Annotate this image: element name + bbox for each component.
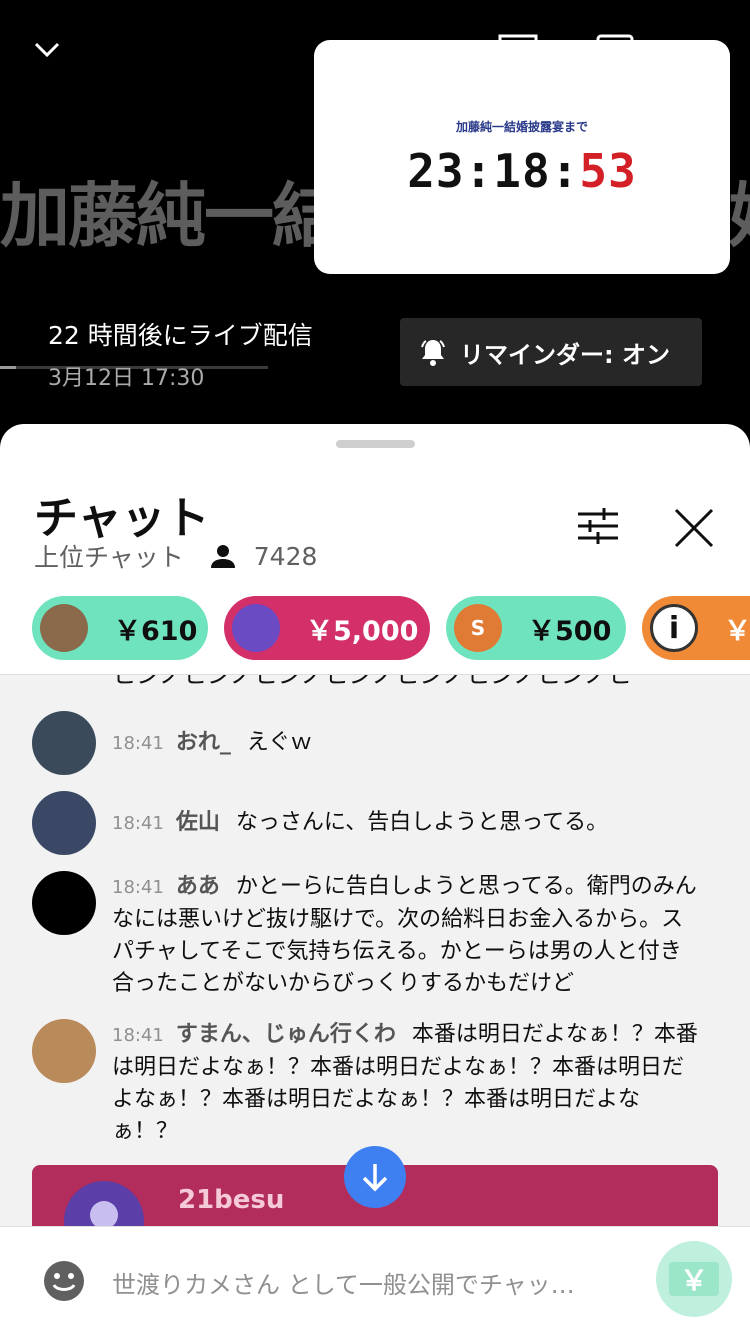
ticker-avatar: S — [454, 604, 502, 652]
message-author[interactable]: 佐山 — [176, 810, 220, 835]
ticker-amount: ￥500 — [528, 615, 612, 647]
video-player[interactable]: 加藤純一結 婚 加藤純一結婚披露宴まで 23:18:53 22 時間後にライブ配… — [0, 0, 750, 440]
reminder-button[interactable]: リマインダー: オン — [400, 318, 702, 386]
ticker-chip[interactable]: ￥5,000 — [224, 596, 430, 660]
ticker-avatar — [40, 604, 88, 652]
chat-mode-label: 上位チャット — [34, 543, 184, 572]
avatar[interactable] — [32, 1019, 96, 1083]
ticker-amount: ￥610 — [114, 615, 198, 647]
chat-message-list[interactable]: ヒンノヒンノヒンノヒンノヒンノヒンノヒンノヒ 18:41 おれ_ えぐｗ 18:41… — [0, 674, 750, 1226]
message-time: 18:41 — [112, 813, 164, 834]
message-time: 18:41 — [112, 877, 164, 898]
countdown-thumbnail: 加藤純一結婚披露宴まで 23:18:53 — [314, 40, 730, 274]
close-icon[interactable] — [672, 506, 716, 550]
live-schedule-text: 22 時間後にライブ配信 — [48, 321, 313, 350]
message-author[interactable]: すまん、じゅん行くわ — [176, 1022, 396, 1047]
bell-icon — [421, 340, 445, 366]
message-text: なっさんに、告白しようと思ってる。 — [235, 810, 609, 835]
super-chat-button[interactable]: ￥ — [656, 1241, 732, 1317]
live-date-text: 3月12日 17:30 — [48, 366, 205, 391]
person-icon — [210, 545, 235, 568]
video-title-overlay-right: 婚 — [728, 160, 750, 261]
chat-input-bar: 世渡りカメさん として一般公開でチャッ… ￥ — [0, 1226, 750, 1334]
message-time: 18:41 — [112, 1025, 164, 1046]
avatar[interactable] — [32, 791, 96, 855]
chat-mode-selector[interactable]: 上位チャット 7428 — [34, 538, 317, 574]
super-chat-ticker: ￥610 ￥5,000 S ￥500 i ￥2 — [0, 594, 750, 674]
countdown-caption: 加藤純一結婚披露宴まで — [455, 120, 588, 134]
video-title-overlay: 加藤純一結 — [0, 175, 342, 257]
viewer-count: 7428 — [210, 541, 318, 571]
avatar[interactable] — [64, 1181, 144, 1226]
arrow-down-icon — [362, 1164, 388, 1192]
yen-icon: ￥ — [669, 1262, 719, 1297]
ticker-amount: ￥5,000 — [306, 615, 419, 647]
ticker-chip[interactable]: S ￥500 — [446, 596, 626, 660]
ticker-chip[interactable]: i ￥2 — [642, 596, 750, 660]
message-author[interactable]: おれ_ — [176, 730, 231, 755]
timer-seconds: 53 — [579, 144, 637, 198]
chat-panel: チャット 上位チャット 7428 ￥610 ￥5,000 S ￥500 i ￥ … — [0, 424, 750, 1334]
drag-handle[interactable] — [336, 440, 415, 448]
reminder-label: リマインダー: オン — [460, 340, 670, 369]
avatar[interactable] — [32, 711, 96, 775]
message-time: 18:41 — [112, 733, 164, 754]
filter-icon[interactable] — [574, 506, 622, 546]
message-author[interactable]: ああ — [176, 874, 220, 899]
avatar[interactable] — [32, 871, 96, 935]
ticker-chip[interactable]: ￥610 — [32, 596, 208, 660]
scroll-to-bottom-button[interactable] — [344, 1146, 406, 1208]
ticker-avatar — [232, 604, 280, 652]
message-text: えぐｗ — [246, 730, 313, 755]
ticker-avatar: i — [650, 604, 698, 652]
chat-title: チャット — [34, 493, 210, 544]
emoji-icon[interactable] — [42, 1259, 86, 1303]
timer-hours-minutes: 23:18: — [407, 144, 580, 198]
countdown-timer: 23:18:53 — [314, 144, 730, 198]
progress-fill — [0, 366, 17, 369]
clipped-message-text: ヒンノヒンノヒンノヒンノヒンノヒンノヒンノヒ — [112, 674, 632, 689]
chat-input[interactable]: 世渡りカメさん として一般公開でチャッ… — [112, 1265, 575, 1300]
super-chat-author: 21besu — [178, 1185, 285, 1215]
ticker-amount: ￥2 — [724, 615, 750, 647]
chevron-down-icon[interactable] — [30, 32, 64, 66]
viewer-count-value: 7428 — [253, 541, 318, 571]
